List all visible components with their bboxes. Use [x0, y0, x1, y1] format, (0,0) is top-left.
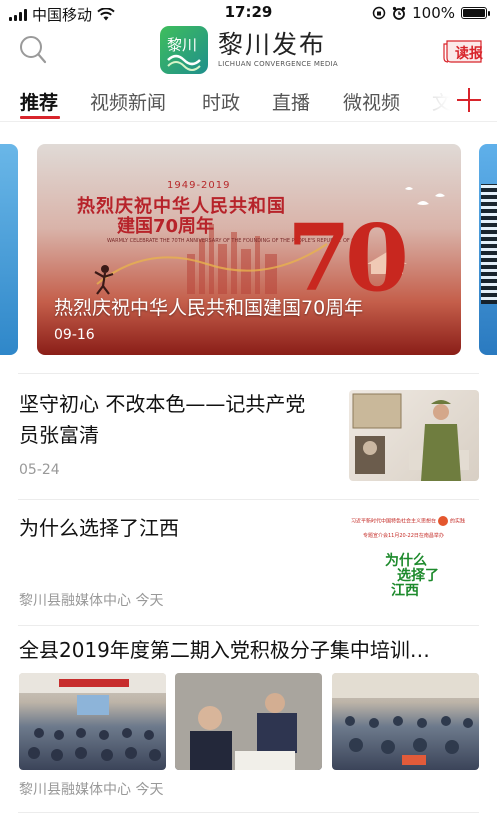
logo-mark-icon: 黎川 [160, 26, 208, 74]
alarm-icon [393, 6, 406, 20]
article-thumbnail: 习近平新时代中国特色社会主义思想在 的实践 专题宣介会11月20-22日在南昌举办… [349, 510, 479, 607]
qr-code-image [481, 184, 497, 304]
article-title: 坚守初心 不改本色——记共产党 员张富清 [19, 392, 306, 447]
app-title: 黎川发布 [218, 30, 327, 59]
article-title: 全县2019年度第二期入党积极分子集中培训… [19, 638, 430, 662]
tab-video-news[interactable]: 视频新闻 [90, 88, 166, 115]
tab-live[interactable]: 直播 [272, 88, 310, 115]
tab-politics[interactable]: 时政 [202, 88, 240, 115]
battery-percent: 100% [412, 4, 455, 22]
article-title: 为什么选择了江西 [19, 516, 179, 540]
add-channel-icon[interactable] [455, 86, 483, 114]
article-photo [175, 673, 322, 770]
read-paper-button[interactable]: 读报 [443, 38, 485, 66]
banner-slide[interactable]: 1949-2019 热烈庆祝中华人民共和国 建国70周年 WARMLY CELE… [37, 144, 461, 355]
article-date: 05-24 [19, 462, 60, 478]
search-icon[interactable] [19, 35, 47, 65]
banner-headline-2: 建国70周年 [117, 216, 215, 237]
app-header: 黎川 黎川发布 LICHUAN CONVERGENCE MEDIA 读报 [0, 26, 497, 76]
article-source: 黎川县融媒体中心 今天 [19, 593, 164, 609]
category-tabs: 推荐 视频新闻 时政 直播 微视频 文 [0, 80, 497, 122]
divider [18, 499, 479, 500]
divider [18, 625, 479, 626]
tab-fade [418, 80, 458, 120]
tab-micro-video[interactable]: 微视频 [343, 88, 400, 115]
status-bar: 中国移动 17:29 100% [0, 0, 497, 26]
banner-date: 09-16 [54, 327, 95, 343]
article-thumbnail [349, 390, 479, 481]
article-photo [19, 673, 166, 770]
app-subtitle: LICHUAN CONVERGENCE MEDIA [218, 60, 339, 68]
active-tab-indicator [20, 116, 60, 119]
banner-years: 1949-2019 [167, 180, 231, 191]
article-photo [332, 673, 479, 770]
read-paper-label: 读报 [455, 46, 483, 62]
divider [18, 373, 479, 374]
app-logo: 黎川 黎川发布 LICHUAN CONVERGENCE MEDIA [160, 26, 338, 74]
article-source: 黎川县融媒体中心 今天 [19, 782, 164, 798]
tab-recommend[interactable]: 推荐 [20, 88, 58, 115]
orientation-lock-icon [372, 6, 386, 20]
divider [18, 812, 479, 813]
banner-title: 热烈庆祝中华人民共和国建国70周年 [54, 297, 364, 319]
svg-text:黎川: 黎川 [167, 36, 197, 54]
battery-icon [461, 7, 490, 19]
carousel-next-slide[interactable] [479, 144, 497, 355]
carousel-prev-slide[interactable] [0, 144, 18, 355]
